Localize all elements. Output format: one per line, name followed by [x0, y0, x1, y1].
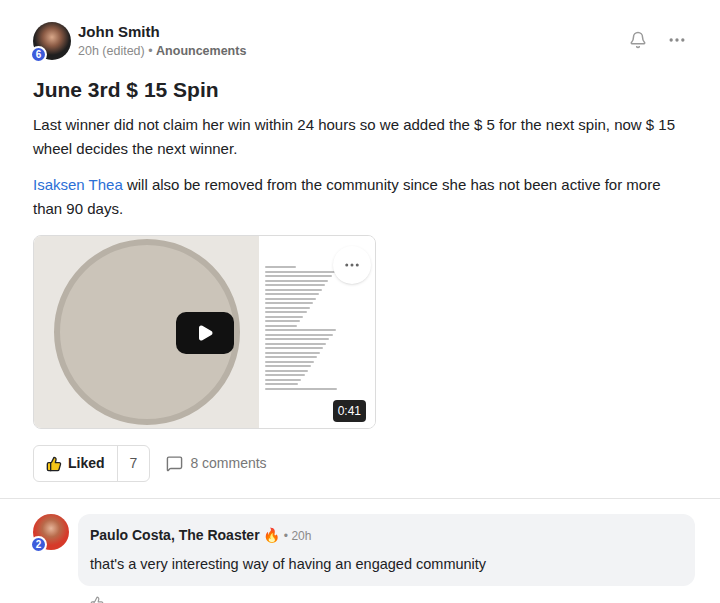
author-name[interactable]: John Smith — [78, 22, 246, 42]
comment-actions — [0, 586, 720, 603]
comment: 2 Paulo Costa, The Roaster 🔥 • 20h that's … — [0, 499, 720, 586]
post-meta: 20h (edited) • Anouncements — [78, 42, 246, 60]
more-icon[interactable] — [667, 30, 687, 50]
level-badge: 2 — [30, 536, 47, 553]
post-paragraph: Last winner did not claim her win within… — [33, 113, 687, 161]
comment-bubble: Paulo Costa, The Roaster 🔥 • 20h that's a… — [78, 514, 695, 586]
comment-text: that's a very interesting way of having … — [90, 554, 683, 575]
video-duration: 0:41 — [333, 400, 366, 422]
like-button[interactable]: Liked — [34, 446, 117, 481]
video-thumbnail[interactable]: 0:41 — [33, 235, 376, 429]
play-button[interactable] — [176, 312, 234, 354]
post-paragraph: Isaksen Thea will also be removed from t… — [33, 173, 687, 221]
post-page: 6 John Smith20h (edited) • Anouncements Ju… — [0, 0, 720, 603]
comment-meta: Paulo Costa, The Roaster 🔥 • 20h — [90, 525, 683, 546]
level-badge: 6 — [30, 46, 47, 63]
more-icon — [343, 256, 361, 274]
commenter-name[interactable]: Paulo Costa, The Roaster 🔥 — [90, 527, 280, 543]
video-menu-button[interactable] — [333, 246, 371, 284]
post-actions: Liked7 8 comments — [33, 445, 687, 482]
mention-link[interactable]: Isaksen Thea — [33, 176, 123, 193]
like-count: 7 — [117, 446, 150, 481]
like-group[interactable]: Liked7 — [33, 445, 150, 482]
thumbs-up-icon[interactable] — [90, 596, 104, 603]
commenter-avatar[interactable]: 2 — [33, 514, 69, 550]
comments-button[interactable]: 8 comments — [166, 453, 266, 474]
post-title: June 3rd $ 15 Spin — [33, 77, 687, 103]
comment-icon — [166, 455, 183, 472]
play-icon — [196, 324, 214, 342]
post-category[interactable]: Anouncements — [156, 44, 246, 58]
divider — [0, 498, 720, 499]
author-avatar[interactable]: 6 — [33, 22, 71, 60]
post-header: 6 John Smith20h (edited) • Anouncements — [33, 22, 687, 60]
thumbs-up-icon — [46, 456, 62, 472]
post-card: 6 John Smith20h (edited) • Anouncements Ju… — [0, 0, 720, 482]
bell-icon[interactable] — [629, 31, 647, 49]
